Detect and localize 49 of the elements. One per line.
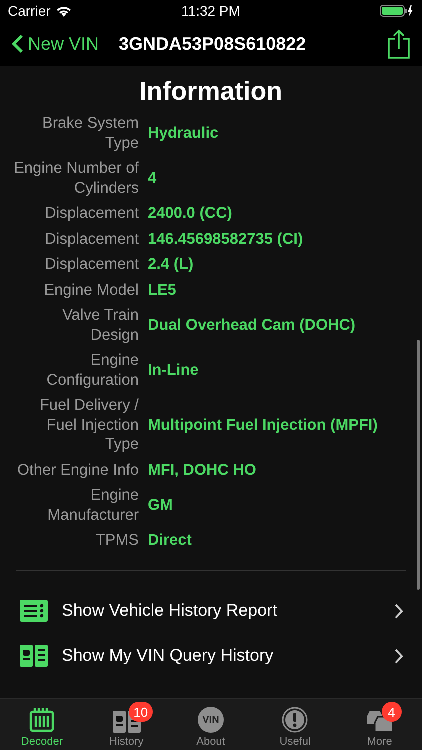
count-badge: 4 — [382, 702, 402, 722]
tab[interactable]: More 4 — [338, 699, 422, 750]
list-icon — [20, 600, 48, 622]
field-label: Other Engine Info — [18, 460, 139, 480]
share-icon[interactable] — [388, 29, 410, 59]
field-label: Displacement — [45, 255, 139, 274]
field-label: Engine Model — [44, 280, 139, 300]
field-label: Engine Manufacturer — [46, 486, 139, 525]
back-button[interactable]: New VIN — [12, 34, 100, 54]
field-label: Engine Number of Cylinders — [14, 159, 139, 198]
chevron-right-icon — [395, 604, 404, 618]
field-label: Brake System Type — [42, 114, 139, 153]
tab[interactable]: VIN About — [168, 699, 254, 750]
field-label: Engine Configuration — [46, 351, 139, 390]
field-label: Fuel Delivery / Fuel Injection Type — [38, 396, 139, 454]
field-value: LE5 — [148, 280, 178, 300]
menu-row[interactable]: Show Vehicle History Report — [0, 588, 422, 634]
field-label: TPMS — [96, 531, 139, 550]
chevron-right-icon — [395, 648, 404, 664]
field-value: 2.4 (L) — [148, 255, 195, 274]
field-value: Multipoint Fuel Injection (MPFI) — [148, 416, 379, 435]
tab[interactable]: Decoder — [0, 699, 84, 750]
chevron-left-icon — [12, 34, 24, 54]
section-title: Information — [138, 75, 284, 108]
grid-icon — [29, 707, 56, 733]
field-value: 4 — [148, 168, 158, 188]
status-time: 11:32 PM — [182, 3, 240, 19]
menu-row[interactable]: Show My VIN Query History — [0, 634, 422, 678]
carrier-label: Carrier — [8, 3, 51, 19]
field-value: Hydraulic — [148, 124, 220, 144]
book-icon — [20, 645, 48, 667]
field-value: 2400.0 (CC) — [148, 204, 234, 224]
tab[interactable]: History 10 — [84, 699, 169, 750]
battery-icon — [380, 5, 414, 17]
field-value: Dual Overhead Cam (DOHC) — [148, 316, 357, 336]
field-label: Valve Train Design — [62, 306, 139, 345]
field-value: In-Line — [148, 360, 200, 380]
field-value: Direct — [148, 531, 193, 550]
field-value: MFI, DOHC HO — [148, 460, 258, 480]
field-label: Displacement — [45, 230, 139, 249]
alert-icon — [282, 707, 308, 733]
vin-icon: VIN — [198, 707, 224, 733]
count-badge: 10 — [128, 702, 154, 722]
tab[interactable]: Useful — [253, 699, 338, 750]
field-value: GM — [148, 496, 174, 516]
vin-title: 3GNDA53P08S610822 — [119, 34, 308, 54]
field-value: 146.45698582735 (CI) — [148, 230, 304, 249]
wifi-icon — [56, 5, 72, 17]
field-label: Displacement — [45, 204, 139, 224]
